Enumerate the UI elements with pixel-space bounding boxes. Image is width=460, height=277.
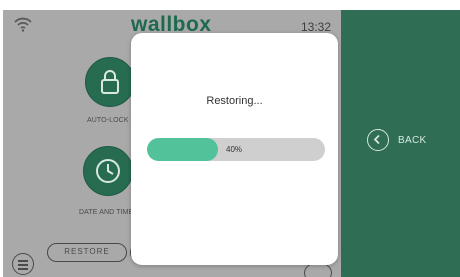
progress-bar: 40% (147, 138, 325, 161)
restore-button[interactable]: RESTORE (47, 243, 127, 262)
back-button[interactable]: BACK (367, 127, 426, 153)
status-time: 13:32 (301, 20, 332, 34)
menu-icon[interactable] (12, 253, 34, 275)
progress-fill (147, 138, 219, 161)
clock-icon (96, 159, 120, 183)
restoring-dialog: Restoring... 40% (131, 33, 338, 265)
back-chevron-icon (367, 129, 389, 151)
auto-lock-label: AUTO-LOCK (87, 117, 129, 124)
back-label: BACK (398, 134, 427, 146)
wifi-icon (14, 17, 32, 32)
date-time-label: DATE AND TIME (79, 209, 134, 216)
dialog-title: Restoring... (206, 95, 263, 107)
date-time-button[interactable] (83, 146, 133, 196)
progress-percent: 40% (226, 145, 243, 154)
auto-lock-button[interactable] (85, 57, 135, 107)
lock-icon (101, 70, 119, 94)
